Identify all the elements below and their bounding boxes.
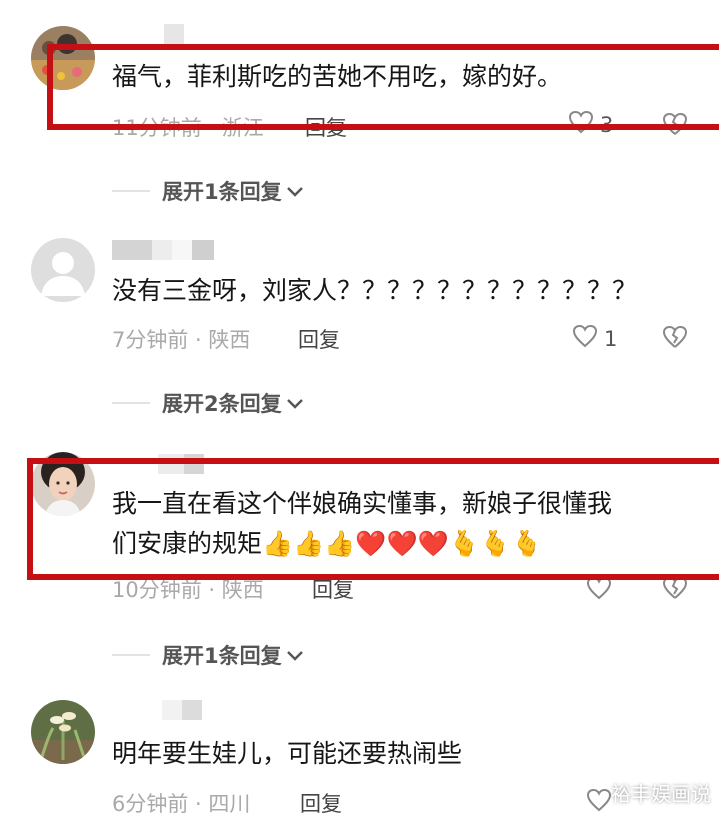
avatar[interactable]: [31, 238, 95, 302]
broken-heart-icon: [662, 325, 688, 353]
like-button[interactable]: [586, 576, 612, 605]
expand-replies-button[interactable]: 展开1条回复: [112, 640, 304, 670]
heart-outline-icon: [586, 788, 612, 817]
chevron-down-icon: [286, 643, 304, 667]
like-count: 1: [604, 326, 618, 351]
divider-line: [112, 654, 150, 656]
dislike-button[interactable]: [662, 325, 688, 353]
heart-outline-icon: [572, 324, 598, 353]
watermark: 裕丰娱画说: [611, 782, 711, 806]
expand-replies-button[interactable]: 展开1条回复: [112, 176, 304, 206]
broken-heart-icon: [662, 576, 688, 604]
username[interactable]: [112, 240, 214, 260]
expand-replies-label: 展开2条回复: [162, 392, 282, 416]
reply-button[interactable]: 回复: [300, 788, 342, 818]
expand-replies-label: 展开1条回复: [162, 180, 282, 204]
divider-line: [112, 190, 150, 192]
heart-outline-icon: [586, 576, 612, 605]
username[interactable]: [112, 700, 202, 720]
username[interactable]: [112, 24, 184, 44]
expand-replies-button[interactable]: 展开2条回复: [112, 388, 304, 418]
expand-replies-label: 展开1条回复: [162, 644, 282, 668]
reply-button[interactable]: 回复: [298, 324, 340, 354]
highlight-box: [47, 44, 719, 130]
comment-meta: 7分钟前 · 陕西: [112, 328, 251, 352]
like-button[interactable]: [586, 788, 612, 817]
comment-text: 明年要生娃儿，可能还要热闹些: [112, 739, 463, 768]
avatar[interactable]: [31, 700, 95, 764]
comment-meta: 6分钟前 · 四川: [112, 792, 251, 816]
comment-item: 没有三金呀，刘家人？？？？？？？？？？？？ 7分钟前 · 陕西 回复 1 展开2…: [0, 220, 719, 440]
like-button[interactable]: 1: [572, 324, 617, 353]
comment-text: 没有三金呀，刘家人？？？？？？？？？？？？: [112, 276, 638, 305]
divider-line: [112, 402, 150, 404]
chevron-down-icon: [286, 391, 304, 415]
highlight-box: [27, 458, 719, 580]
dislike-button[interactable]: [662, 576, 688, 604]
chevron-down-icon: [286, 179, 304, 203]
